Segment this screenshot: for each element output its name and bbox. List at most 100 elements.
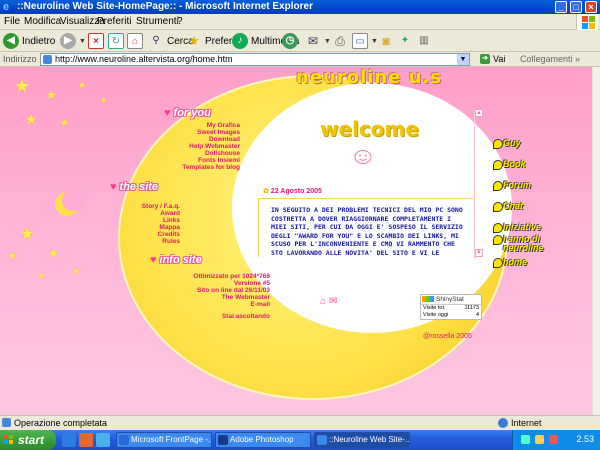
discuss-button[interactable]: ◙ [378, 32, 394, 50]
task-photoshop[interactable]: Adobe Photoshop [215, 432, 311, 448]
start-button[interactable]: start [0, 430, 56, 450]
star-icon: ★ [25, 111, 38, 127]
home-icon: ⌂ [127, 33, 143, 49]
nav-link[interactable]: Download [138, 136, 240, 143]
minimize-button[interactable]: _ [555, 1, 567, 13]
news-date-label: 22 Agosto 2005 [270, 188, 322, 195]
nav-link[interactable]: Links [120, 217, 180, 224]
go-button[interactable]: ➔ Vai [480, 54, 505, 64]
status-bar: Operazione completata Internet [0, 415, 600, 430]
news-frame: IN SEGUITO A DEI PROBLEMI TECNICI DEL MI… [258, 198, 473, 257]
maximize-button[interactable]: □ [570, 1, 582, 13]
print-button[interactable]: ⎙ [332, 32, 348, 50]
photoshop-icon [218, 435, 228, 445]
mail-button[interactable]: ✉ ▼ [305, 32, 331, 50]
home-button[interactable]: ⌂ [127, 32, 143, 50]
back-arrow-icon: ◀ [3, 33, 19, 49]
messenger-button[interactable]: ✦ [397, 32, 413, 50]
nav-link[interactable]: Credits [120, 231, 180, 238]
news-scrollbar[interactable]: ▲ ▼ [474, 109, 483, 259]
toolbar: ◀ Indietro ▼ ▶ ▼ × ↻ ⌂ ⚲ Cerca ★ Preferi… [0, 30, 600, 52]
nav-home[interactable]: home [493, 258, 553, 268]
menu-strumenti[interactable]: Strumenti [136, 16, 179, 27]
smiley-icon [354, 150, 372, 164]
star-icon: ★ [38, 271, 46, 280]
messenger-icon: ✦ [400, 35, 410, 46]
task-frontpage[interactable]: Microsoft FrontPage -... [116, 432, 212, 448]
refresh-icon: ↻ [108, 33, 124, 49]
info-line: Ottimizzato per 1024*768 [193, 273, 270, 280]
nav-anniversary[interactable]: I anno di neuroline [493, 235, 553, 253]
visit-counter[interactable]: ShinyStat Visite tot. 11173 Visite oggi 4 [420, 294, 482, 320]
mail-icon[interactable]: ✉ [329, 296, 337, 307]
print-icon: ⎙ [335, 34, 345, 48]
edit-button[interactable]: ▭ ▼ [352, 32, 378, 50]
menu-modifica[interactable]: Modifica [24, 16, 61, 27]
links-button[interactable]: Collegamenti » [520, 54, 580, 64]
nav-iniziative[interactable]: Iniziative [493, 223, 553, 233]
scroll-up-icon[interactable]: ▲ [475, 109, 483, 117]
close-button[interactable]: × [585, 1, 597, 13]
section-for-you: ♥ for you [164, 107, 211, 119]
nav-forum[interactable]: Forum [493, 181, 553, 191]
nav-link[interactable]: Mappa [120, 224, 180, 231]
nav-chat[interactable]: Chat [493, 202, 553, 212]
history-button[interactable]: ◷ [282, 32, 298, 50]
nav-link[interactable]: Sweet Images [138, 129, 240, 136]
research-icon: ▥ [419, 35, 429, 46]
nav-link[interactable]: Help Webmaster [138, 143, 240, 150]
media-icon: ♪ [232, 33, 248, 49]
chevron-down-icon: ▼ [79, 37, 86, 45]
nav-link[interactable]: Templates for blog [138, 164, 240, 171]
nav-link[interactable]: Story / F.a.q. [120, 203, 180, 210]
counter-today-value: 4 [475, 312, 479, 318]
menu-bar: File Modifica Visualizza Preferiti Strum… [0, 14, 600, 30]
refresh-button[interactable]: ↻ [108, 32, 124, 50]
clock: 2.53 [576, 434, 594, 444]
network-icon[interactable] [521, 435, 530, 444]
nav-link[interactable]: Dollshouse [138, 150, 240, 157]
status-message: Operazione completata [14, 418, 108, 428]
browser-quicklaunch-icon[interactable] [79, 433, 93, 447]
task-ie[interactable]: ::Neuroline Web Site-... [314, 432, 410, 448]
page-scrollbar[interactable] [592, 67, 600, 415]
for-you-links: My Grafica Sweet Images Download Help We… [138, 122, 240, 171]
info-line[interactable]: E-mail [170, 301, 270, 308]
news-text: IN SEGUITO A DEI PROBLEMI TECNICI DEL MI… [271, 206, 463, 257]
messenger-quicklaunch-icon[interactable] [96, 433, 110, 447]
forward-button[interactable]: ▶ ▼ [60, 32, 86, 50]
nav-guy[interactable]: Guy [493, 139, 553, 149]
info-lines: Ottimizzato per 1024*768 Versione #5 Sit… [170, 273, 270, 320]
counter-total-row: Visite tot. 11173 [421, 305, 481, 312]
page-icon [2, 418, 11, 427]
nav-link[interactable]: Rules [120, 238, 180, 245]
research-button[interactable]: ▥ [416, 32, 432, 50]
menu-preferiti[interactable]: Preferiti [97, 16, 131, 27]
forward-arrow-icon: ▶ [60, 33, 76, 49]
nav-link[interactable]: My Grafica [138, 122, 240, 129]
nav-book[interactable]: Book [493, 160, 553, 170]
nav-link[interactable]: Fonts Insiemi [138, 157, 240, 164]
stop-button[interactable]: × [88, 32, 104, 50]
counter-header: ShinyStat [421, 295, 481, 305]
home-icon[interactable]: ⌂ [320, 296, 326, 307]
chevron-down-icon[interactable]: ▼ [457, 54, 469, 65]
flower-icon: ✿ [263, 188, 269, 195]
ie-quicklaunch-icon[interactable] [62, 433, 76, 447]
window-title: ::Neuroline Web Site-HomePage:: - Micros… [17, 1, 313, 12]
back-button[interactable]: ◀ Indietro ▼ [3, 32, 65, 50]
nav-link[interactable]: Award [120, 210, 180, 217]
security-icon[interactable] [549, 435, 558, 444]
menu-file[interactable]: File [4, 16, 20, 27]
volume-icon[interactable] [535, 435, 544, 444]
section-for-you-label: for you [173, 107, 211, 119]
menu-help[interactable]: ? [177, 16, 183, 27]
info-line[interactable]: The Webmaster [170, 294, 270, 301]
discuss-icon: ◙ [382, 34, 390, 48]
scroll-down-icon[interactable]: ▼ [475, 249, 483, 257]
task-label: Adobe Photoshop [230, 435, 294, 444]
site-links: Story / F.a.q. Award Links Mappa Credits… [120, 203, 180, 245]
task-label: ::Neuroline Web Site-... [329, 435, 410, 444]
windows-logo-icon [576, 14, 598, 30]
address-input[interactable]: http://www.neuroline.altervista.org/home… [40, 53, 470, 66]
